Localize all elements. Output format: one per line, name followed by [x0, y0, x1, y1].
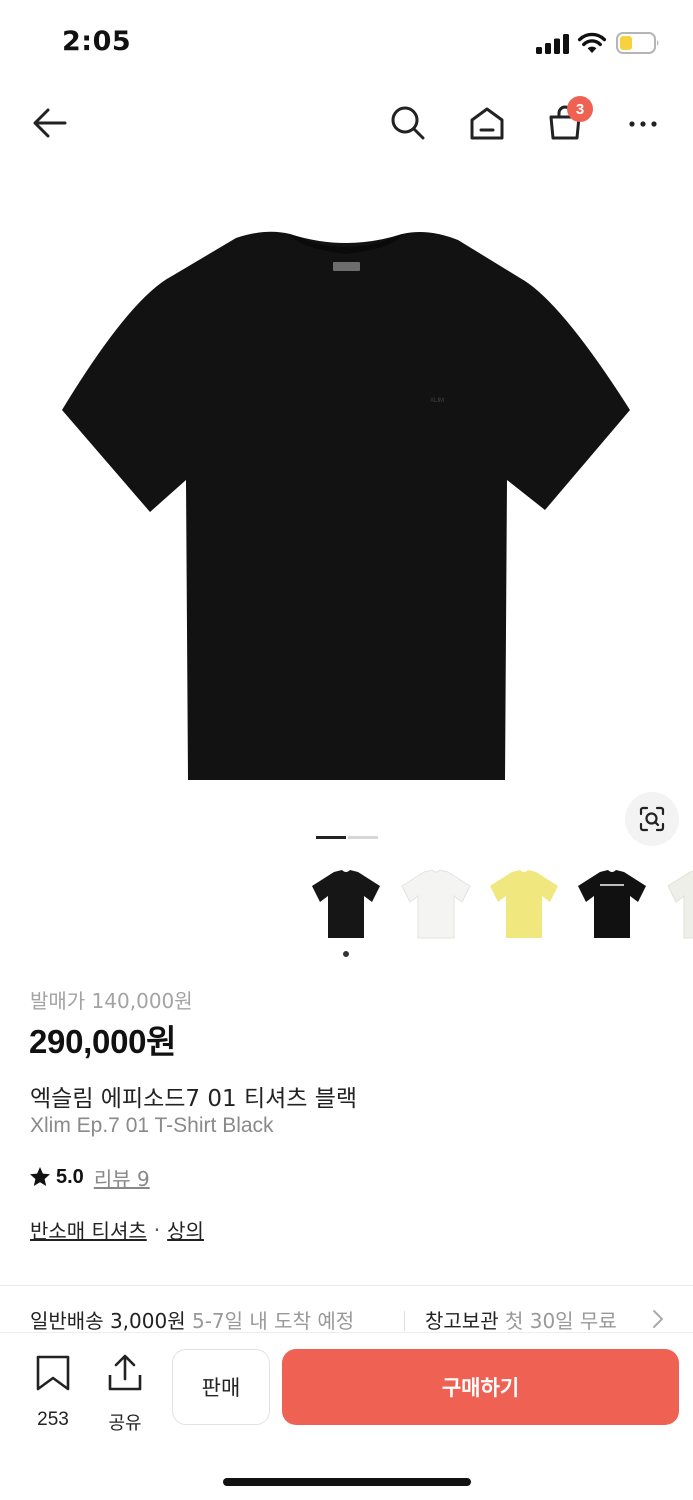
home-icon: [470, 107, 504, 140]
search-icon: [391, 106, 425, 140]
image-pager: [316, 836, 378, 840]
warehouse-storage-info: 창고보관 첫 30일 무료: [425, 1305, 617, 1334]
thumbnail-black-print[interactable]: [572, 862, 652, 948]
category-separator: ·: [153, 1217, 161, 1242]
shipping-options-row[interactable]: 일반배송 3,000원 5-7일 내 도착 예정 창고보관 첫 30일 무료: [0, 1303, 693, 1335]
status-time: 2:05: [62, 26, 132, 57]
bookmark-count: 253: [37, 1409, 69, 1430]
category-breadcrumb: 반소매 티셔츠 · 상의: [30, 1215, 204, 1244]
tshirt-thumbnail: [578, 870, 646, 938]
rating-row: 5.0 리뷰 9: [28, 1162, 150, 1192]
sell-button[interactable]: 판매: [172, 1349, 270, 1425]
wifi-icon: [577, 32, 607, 53]
release-price: 발매가 140,000원: [30, 989, 193, 1013]
warehouse-note: 첫 30일 무료: [504, 1309, 617, 1333]
arrow-left-icon: [33, 108, 67, 138]
more-dots-icon: [629, 121, 657, 127]
section-divider: [0, 1285, 693, 1286]
battery-low-icon: [616, 32, 659, 54]
product-image[interactable]: XLIM: [0, 160, 693, 850]
share-icon: [108, 1354, 142, 1391]
chevron-right-icon: [653, 1310, 663, 1328]
thumbnail-selected-dot: [343, 951, 349, 957]
pager-inactive: [348, 836, 378, 839]
tshirt-thumbnail: [401, 869, 471, 939]
buy-button[interactable]: 구매하기: [282, 1349, 679, 1425]
rating-value: 5.0: [56, 1165, 84, 1188]
black-tshirt-image: XLIM: [62, 231, 630, 780]
thumbnail-ivory[interactable]: [662, 862, 693, 948]
home-indicator: [223, 1478, 471, 1486]
svg-text:XLIM: XLIM: [430, 398, 444, 404]
search-button[interactable]: [380, 90, 436, 156]
pager-active: [316, 836, 346, 839]
bookmark-icon: [36, 1355, 70, 1391]
image-search-icon: [639, 806, 665, 832]
top-nav: 3: [0, 90, 693, 156]
general-shipping-info: 일반배송 3,000원 5-7일 내 도착 예정: [30, 1305, 354, 1334]
review-link[interactable]: 리뷰 9: [94, 1163, 150, 1192]
tshirt-thumbnail: [490, 870, 558, 938]
category-link-tops[interactable]: 상의: [167, 1215, 204, 1244]
general-shipping-eta: 5-7일 내 도착 예정: [191, 1309, 355, 1333]
share-button[interactable]: 공유: [102, 1353, 148, 1434]
current-price: 290,000원: [29, 1023, 177, 1060]
status-bar: 2:05: [0, 0, 693, 80]
general-shipping-label: 일반배송 3,000원: [30, 1309, 186, 1333]
bookmark-button[interactable]: 253: [30, 1353, 76, 1430]
tshirt-thumbnail: [667, 870, 693, 939]
shipping-separator: [404, 1311, 405, 1331]
bottom-action-bar: 253 공유 판매 구매하기: [0, 1332, 693, 1500]
more-button[interactable]: [615, 90, 671, 156]
share-label: 공유: [108, 1413, 142, 1434]
cart-button[interactable]: 3: [537, 90, 593, 156]
category-link-short-sleeve[interactable]: 반소매 티셔츠: [30, 1215, 147, 1244]
product-name-english: Xlim Ep.7 01 T-Shirt Black: [30, 1114, 274, 1137]
thumbnail-white[interactable]: [396, 862, 476, 948]
star-icon: [30, 1167, 50, 1186]
product-name-korean: 엑슬림 에피소드7 01 티셔츠 블랙: [30, 1086, 358, 1112]
thumbnail-yellow[interactable]: [484, 862, 564, 948]
color-thumbnails: [300, 862, 693, 948]
home-button[interactable]: [459, 90, 515, 156]
cellular-signal-icon: [536, 34, 569, 54]
tshirt-thumbnail: [312, 870, 380, 938]
cart-count-badge: 3: [567, 96, 593, 122]
warehouse-label: 창고보관: [425, 1309, 499, 1333]
thumbnail-black[interactable]: [306, 862, 386, 948]
back-button[interactable]: [22, 90, 78, 156]
image-search-button[interactable]: [625, 792, 679, 846]
